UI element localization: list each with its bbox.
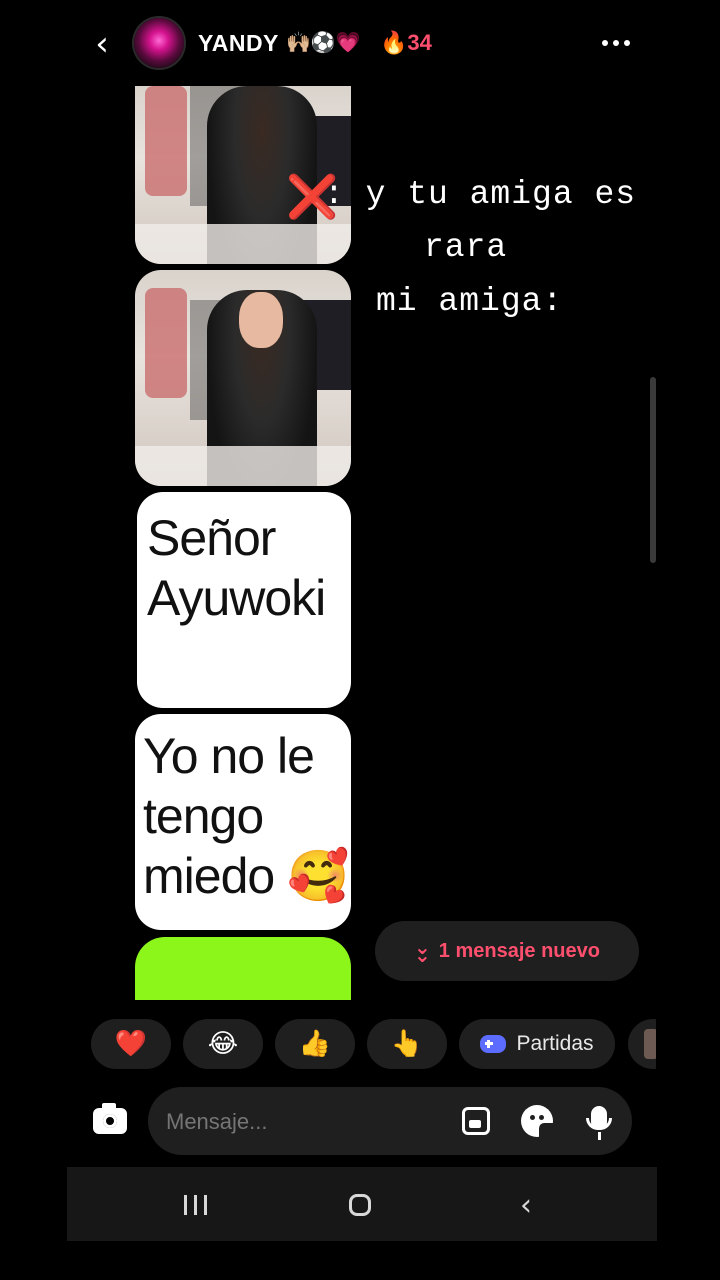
heart-icon: ❤️: [114, 1029, 148, 1059]
mic-button[interactable]: [579, 1101, 619, 1141]
recents-button[interactable]: [165, 1183, 225, 1227]
gamepad-icon: [480, 1035, 507, 1053]
photo-detail: [145, 86, 187, 196]
mic-icon: [586, 1106, 612, 1140]
home-button[interactable]: [330, 1183, 390, 1227]
new-message-label: 1 mensaje nuevo: [438, 939, 600, 962]
more-chip[interactable]: [628, 1019, 656, 1069]
reaction-laugh[interactable]: 😂: [183, 1019, 263, 1069]
more-dot: [613, 40, 619, 46]
more-options-button[interactable]: [594, 28, 638, 58]
reaction-point-up[interactable]: 👆: [367, 1019, 447, 1069]
chip-thumbnail: [644, 1029, 656, 1059]
thumbs-up-icon: 👍: [298, 1029, 332, 1059]
sticker-text: Señor Ayuwoki: [147, 508, 326, 628]
sticker-line: miedo 🥰: [143, 848, 349, 904]
sticker-line: Yo no le: [143, 728, 315, 784]
caption-line-2: rara: [424, 229, 508, 266]
more-horizontal-icon: [602, 40, 608, 46]
contact-name[interactable]: YANDY: [198, 30, 279, 57]
photo-detail: [135, 224, 351, 264]
text-sticker-ayuwoki[interactable]: Señor Ayuwoki: [137, 492, 351, 708]
more-dot: [624, 40, 630, 46]
games-chip[interactable]: Partidas: [459, 1019, 615, 1069]
laughing-face-icon: 😂: [207, 1029, 239, 1059]
sticker-text: Yo no le tengo miedo 🥰: [143, 726, 349, 906]
scrollbar[interactable]: [650, 377, 656, 563]
avatar[interactable]: [134, 18, 184, 68]
system-back-button[interactable]: ‹: [496, 1183, 556, 1227]
sticker-icon: [521, 1105, 553, 1137]
camera-icon: [93, 1103, 127, 1134]
photo-sticker-2[interactable]: [135, 270, 351, 486]
chevron-left-icon: ‹: [95, 24, 109, 64]
caption-line-1: : y tu amiga es: [324, 176, 637, 213]
photo-face: [239, 292, 283, 348]
streak-count: 34: [407, 30, 432, 55]
double-chevron-down-icon: ⌄ ⌄: [414, 935, 431, 967]
fire-icon: 🔥: [380, 30, 408, 55]
back-button[interactable]: ‹: [84, 24, 120, 64]
point-up-icon: 👆: [390, 1029, 424, 1059]
sticker-line: Señor: [147, 510, 276, 566]
sticker-line: tengo: [143, 788, 264, 844]
sticker-button[interactable]: [517, 1101, 557, 1141]
camera-button[interactable]: [90, 1101, 130, 1141]
sticker-line: Ayuwoki: [147, 570, 326, 626]
gallery-icon: [462, 1107, 490, 1135]
new-message-button[interactable]: ⌄ ⌄ 1 mensaje nuevo: [375, 921, 639, 981]
gallery-button[interactable]: [456, 1101, 496, 1141]
chevron-left-icon: ‹: [520, 1187, 532, 1223]
home-icon: [349, 1194, 371, 1216]
green-sticker[interactable]: [135, 937, 351, 1000]
text-sticker-miedo[interactable]: Yo no le tengo miedo 🥰: [135, 714, 351, 930]
reaction-heart[interactable]: ❤️: [91, 1019, 171, 1069]
reaction-thumbs-up[interactable]: 👍: [275, 1019, 355, 1069]
caption-line-3: mi amiga:: [376, 283, 564, 320]
recents-icon: [183, 1195, 207, 1215]
message-input[interactable]: [166, 1109, 436, 1135]
contact-name-emojis: 🙌🏼⚽💗: [286, 30, 361, 54]
games-chip-label: Partidas: [516, 1032, 594, 1055]
photo-detail: [145, 288, 187, 398]
photo-detail: [135, 446, 351, 486]
streak-badge: 🔥34: [380, 30, 432, 56]
